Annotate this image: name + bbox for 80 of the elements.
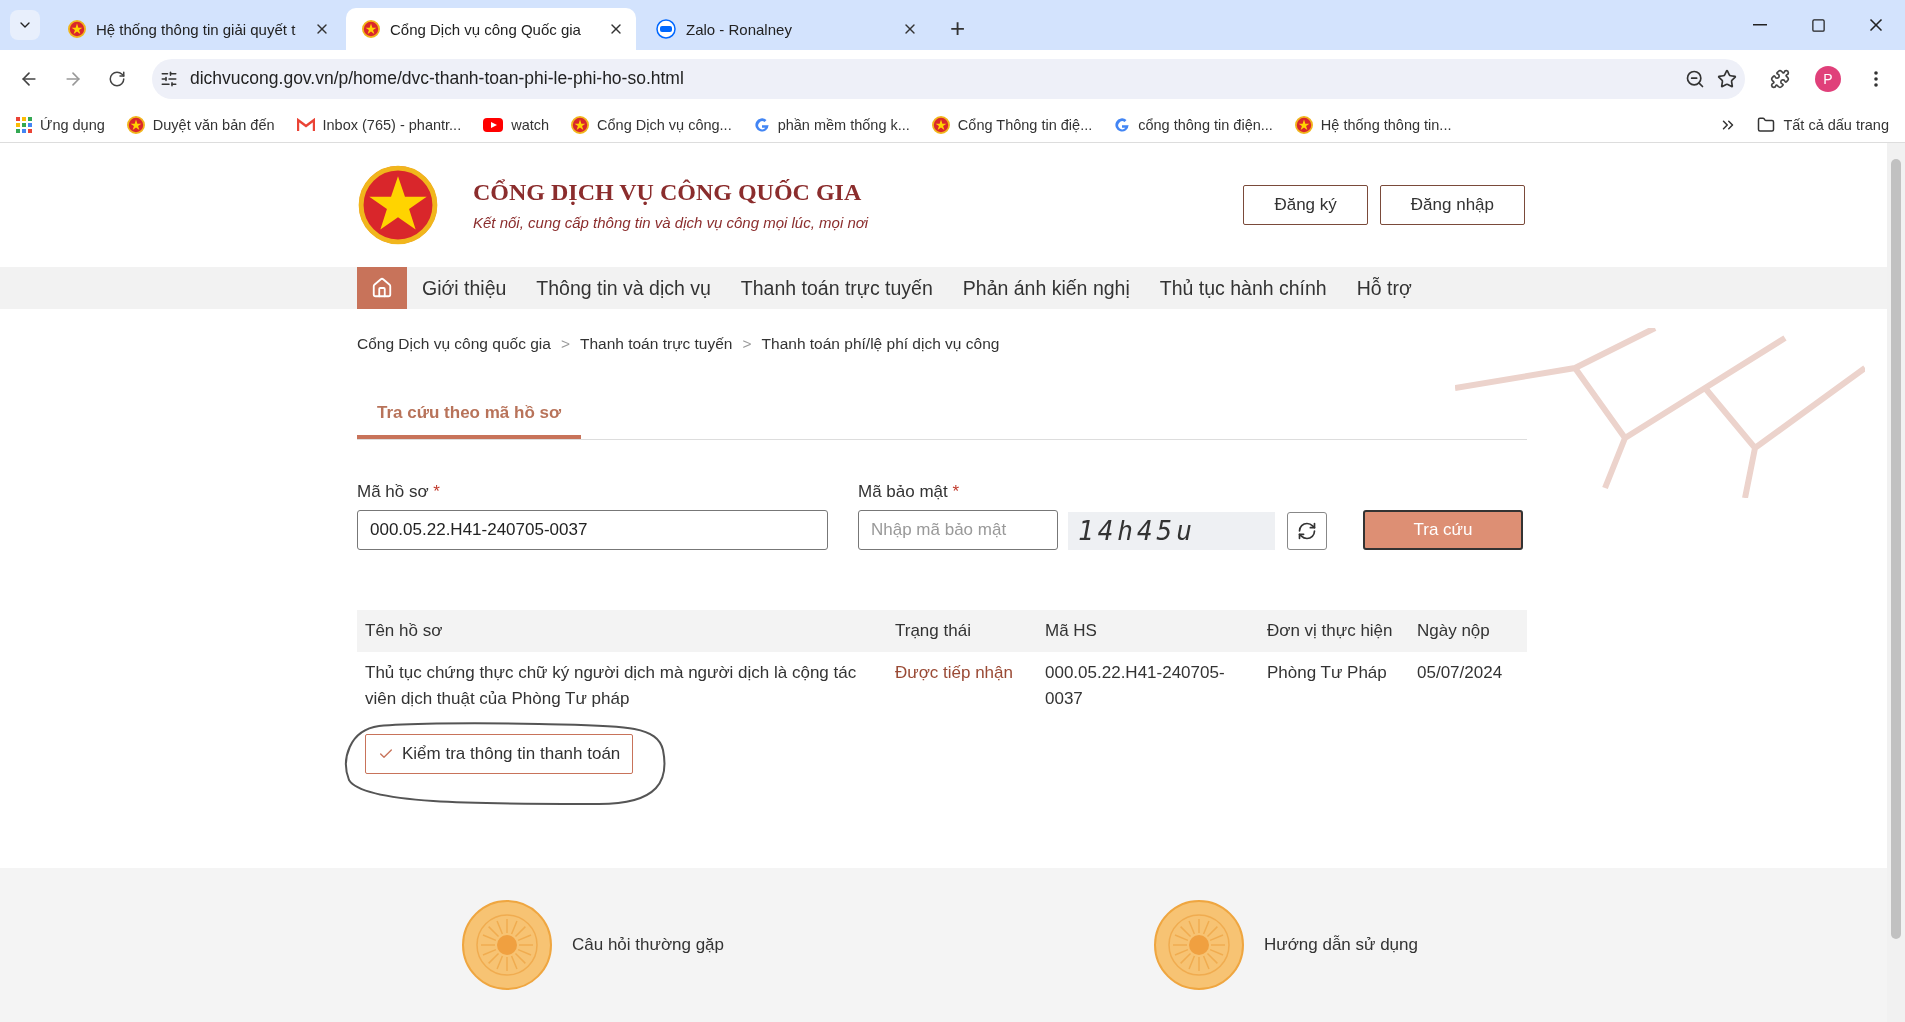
table-cell-text: 05/07/2024	[1416, 662, 1504, 684]
emblem-icon	[126, 115, 145, 134]
breadcrumb-link[interactable]: Cổng Dịch vụ công quốc gia	[357, 335, 551, 353]
mail-icon	[296, 117, 315, 132]
browser-tab[interactable]: Cổng Dịch vụ công Quốc gia	[346, 8, 636, 50]
emblem-icon	[362, 20, 380, 38]
table-cell-text: Phòng Tư Pháp	[1266, 662, 1388, 684]
auth-button[interactable]: Đăng nhập	[1379, 185, 1525, 225]
tab-list-button[interactable]	[10, 10, 40, 40]
all-bookmarks-link[interactable]: Tất cả dấu trang	[1757, 115, 1889, 134]
bookmark-link[interactable]: phần mềm thống k...	[753, 116, 910, 133]
column-header: Đơn vị thực hiện	[1259, 610, 1409, 652]
column-header: Mã HS	[1037, 610, 1259, 652]
record-code-input[interactable]: 000.05.22.H41-240705-0037	[357, 510, 828, 550]
zoom-icon[interactable]	[1685, 68, 1705, 89]
bookmark-star-icon[interactable]	[1717, 68, 1737, 89]
chat-bubble-icon	[656, 19, 676, 39]
nav-menu-item[interactable]: Hỗ trợ	[1356, 276, 1412, 300]
search-tab[interactable]: Tra cứu theo mã hồ sơ	[357, 403, 582, 439]
home-icon	[371, 277, 393, 299]
emblem-icon	[1294, 115, 1313, 134]
url-text: dichvucong.gov.vn/p/home/dvc-thanh-toan-phi-le-phi-ho-so.html	[190, 68, 685, 89]
reload-icon	[108, 69, 126, 88]
table-cell-text: Thủ tục chứng thực chữ ký người dịch mà người dịch là cộng tác viên dịch thuật của Phòng Tư pháp	[364, 662, 858, 710]
breadcrumb-link[interactable]: Thanh toán phí/lệ phí dịch vụ công	[761, 335, 1000, 353]
footer-link[interactable]: Câu hỏi thường gặp	[572, 935, 725, 955]
bookmark-link[interactable]: Hệ thống thông tin...	[1294, 115, 1452, 134]
column-header: Trạng thái	[887, 610, 1037, 652]
check-payment-button[interactable]: Kiểm tra thông tin thanh toán	[365, 734, 634, 774]
nav-menu-item[interactable]: Giới thiệu	[422, 276, 507, 300]
column-header: Ngày nộp	[1409, 610, 1527, 652]
breadcrumb-link[interactable]: Thanh toán trực tuyến	[579, 335, 733, 353]
bookmark-link[interactable]: cổng thông tin điện...	[1114, 116, 1273, 133]
minimize-icon	[1753, 24, 1767, 26]
auth-button[interactable]: Đăng ký	[1243, 185, 1368, 225]
browser-tab[interactable]: Hệ thống thông tin giải quyết t	[52, 8, 342, 50]
captcha-image: 14h45u	[1068, 512, 1275, 550]
new-tab-button[interactable]: +	[944, 13, 972, 44]
site-settings-icon[interactable]	[160, 69, 178, 88]
table-cell-text: 000.05.22.H41-240705-0037	[1044, 662, 1226, 710]
breadcrumb-separator: >	[560, 335, 570, 353]
maximize-icon	[1810, 17, 1826, 33]
seal-icon	[462, 900, 552, 990]
nav-menu-item[interactable]: Phản ánh kiến nghị	[962, 276, 1130, 300]
letter-g-icon	[753, 116, 770, 133]
field-label: Mã bảo mật *	[858, 482, 961, 502]
field-label: Mã hồ sơ *	[357, 482, 441, 502]
breadcrumb-separator: >	[742, 335, 752, 353]
nav-menu-item[interactable]: Thủ tục hành chính	[1159, 276, 1327, 300]
refresh-captcha-button[interactable]	[1287, 512, 1327, 550]
security-code-input[interactable]: Nhập mã bảo mật	[858, 510, 1058, 550]
emblem-icon	[68, 20, 86, 38]
nav-menu-item[interactable]: Thanh toán trực tuyến	[740, 276, 933, 300]
menu-icon	[1874, 70, 1878, 87]
browser-tab[interactable]: Zalo - Ronalney	[640, 8, 930, 50]
letter-g-icon	[1114, 116, 1131, 133]
bookmark-link[interactable]: Cổng Thông tin điệ...	[931, 115, 1093, 134]
emblem-icon	[571, 115, 590, 134]
site-slogan: Kết nối, cung cấp thông tin và dịch vụ công mọi lúc, mọi nơi	[473, 214, 869, 231]
bookmark-link[interactable]: Inbox (765) - phantr...	[296, 116, 462, 133]
status-text: Được tiếp nhận	[894, 662, 1014, 684]
bookmark-link[interactable]: Cổng Dịch vụ công...	[571, 115, 732, 134]
video-play-icon	[483, 117, 504, 132]
profile-avatar[interactable]: P	[1815, 65, 1841, 92]
bookmark-link[interactable]: Duyệt văn bản đến	[126, 115, 275, 134]
seal-icon	[1154, 900, 1244, 990]
apps-grid-icon	[16, 116, 32, 133]
bookmark-link[interactable]: watch	[483, 116, 550, 133]
folder-icon	[1757, 115, 1776, 134]
home-button[interactable]	[357, 267, 407, 309]
emblem-icon	[931, 115, 950, 134]
address-bar[interactable]: dichvucong.gov.vn/p/home/dvc-thanh-toan-phi-le-phi-ho-so.html	[152, 58, 1745, 99]
refresh-icon	[1297, 521, 1317, 541]
site-title: CỔNG DỊCH VỤ CÔNG QUỐC GIA	[473, 179, 863, 206]
scrollbar[interactable]	[1887, 143, 1905, 1022]
nav-menu-item[interactable]: Thông tin và dịch vụ	[536, 276, 711, 300]
footer-link[interactable]: Hướng dẫn sử dụng	[1264, 935, 1418, 955]
column-header: Tên hồ sơ	[357, 610, 887, 652]
puzzle-piece-icon	[1770, 68, 1790, 89]
bookmark-link[interactable]: Ứng dụng	[16, 116, 105, 133]
